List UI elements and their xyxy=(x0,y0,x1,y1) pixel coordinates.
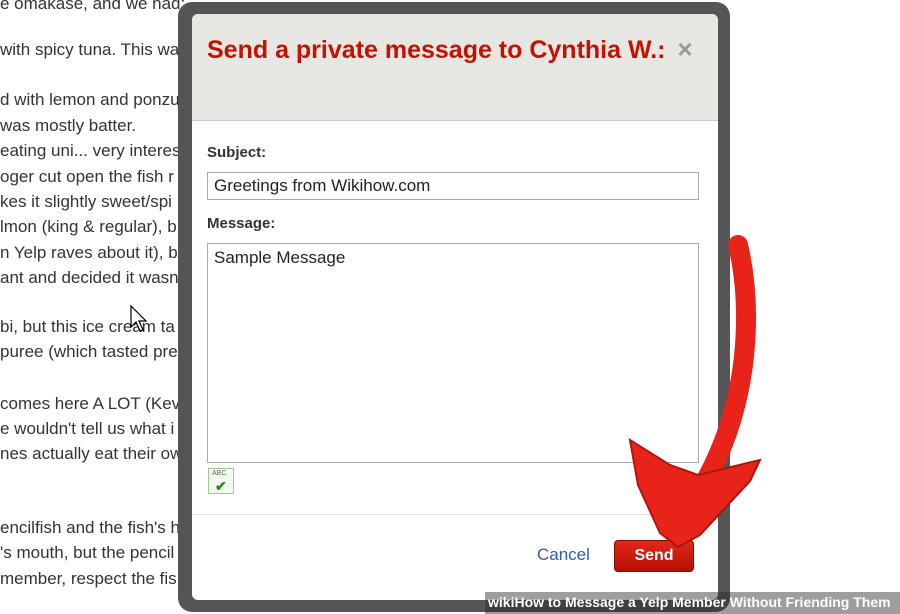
spellcheck-abc-text: ABC xyxy=(212,470,227,477)
article-line: eating uni... very interes xyxy=(0,141,181,160)
wikihow-watermark: wikiHow to Message a Yelp Member Without… xyxy=(488,594,891,610)
article-line: n Yelp raves about it), bu xyxy=(0,243,188,262)
article-line: d with lemon and ponzu xyxy=(0,90,180,109)
red-arrow-annotation xyxy=(628,235,762,549)
dialog-header: Send a private message to Cynthia W.: × xyxy=(192,14,718,121)
article-line: was mostly batter. xyxy=(0,116,137,135)
cancel-link[interactable]: Cancel xyxy=(537,545,590,565)
mouse-pointer-icon xyxy=(130,305,148,332)
subject-input[interactable] xyxy=(207,172,699,200)
article-line: nes actually eat their ow xyxy=(0,444,183,463)
article-line: encilfish and the fish's h xyxy=(0,518,180,537)
article-line: 's mouth, but the pencil xyxy=(0,543,175,562)
article-line: oger cut open the fish r xyxy=(0,167,174,186)
article-line: lmon (king & regular), b xyxy=(0,217,177,236)
article-line: ant and decided it wasn xyxy=(0,268,179,287)
spellcheck-icon[interactable]: ABC ✔ xyxy=(208,468,234,494)
article-line: e wouldn't tell us what i xyxy=(0,419,175,438)
article-line: comes here A LOT (Kev xyxy=(0,394,181,413)
arrow-head xyxy=(628,437,762,549)
message-label: Message: xyxy=(207,215,276,232)
article-line: kes it slightly sweet/spi xyxy=(0,192,172,211)
checkmark-icon: ✔ xyxy=(215,478,227,494)
close-icon[interactable]: × xyxy=(672,36,698,62)
dialog-title: Send a private message to Cynthia W.: xyxy=(207,36,666,64)
subject-label: Subject: xyxy=(207,144,267,161)
article-line: with spicy tuna. This wa xyxy=(0,40,180,59)
article-line: member, respect the fis xyxy=(0,569,177,588)
article-line: puree (which tasted pre xyxy=(0,342,178,361)
article-line: e omakase, and we had: xyxy=(0,0,186,13)
